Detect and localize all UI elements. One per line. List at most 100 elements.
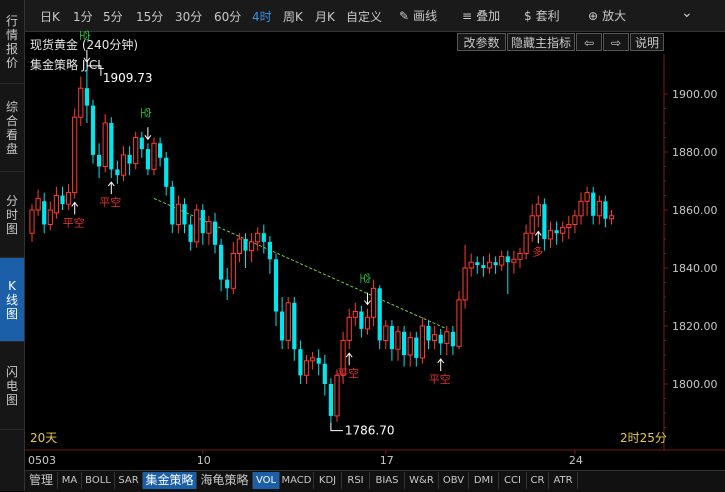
candle-body-up bbox=[468, 261, 474, 269]
candle-body-down bbox=[188, 224, 193, 242]
edit-params-button[interactable]: 改参数 bbox=[457, 33, 506, 51]
time-axis-label: 0503 bbox=[28, 454, 56, 467]
candle-body-down bbox=[493, 262, 498, 266]
zoom-button[interactable]: ⊕ 放大 bbox=[588, 7, 626, 24]
overlay-button[interactable]: ≡ 叠加 bbox=[462, 7, 500, 24]
candle-body-down bbox=[475, 262, 480, 266]
signal-arrow-up bbox=[437, 358, 445, 371]
arrow-right-icon: ⇨ bbox=[610, 36, 622, 50]
period-60min[interactable]: 60分 bbox=[214, 8, 241, 25]
left-nav-label: K线图 bbox=[5, 278, 18, 321]
period-month[interactable]: 月K bbox=[315, 8, 335, 25]
candle-body-up bbox=[151, 142, 157, 170]
collapse-chevron-icon[interactable]: ⌄ bbox=[681, 5, 693, 21]
hide-main-indicator-button[interactable]: 隐藏主指标 bbox=[507, 33, 575, 51]
candle-body-down bbox=[377, 288, 382, 341]
candle-body-up bbox=[285, 302, 291, 341]
candle-body-up bbox=[29, 209, 35, 234]
price-tick-label: 1840.00 bbox=[672, 262, 718, 275]
candle-body-down bbox=[542, 204, 547, 239]
candle-body-down bbox=[60, 195, 65, 205]
indicator-tab-sar[interactable]: SAR bbox=[115, 472, 143, 489]
candle-body-down bbox=[127, 154, 132, 164]
indicator-tab-atr[interactable]: ATR bbox=[549, 472, 578, 489]
left-nav-item-quotes[interactable]: 行情报价 bbox=[0, 0, 24, 84]
left-nav-item-overview[interactable]: 综合看盘 bbox=[0, 84, 24, 172]
signals: 平空空平空空平空空平空多 bbox=[63, 30, 544, 386]
indicator-tab-[interactable]: 海龟策略 bbox=[197, 472, 253, 489]
candlestick-chart[interactable]: 平空空平空空平空空平空多 1900.001880.001860.001840.0… bbox=[0, 0, 725, 491]
indicator-tab-[interactable]: 管理 bbox=[25, 472, 58, 489]
left-nav-item-kline[interactable]: K线图 bbox=[0, 258, 24, 342]
signal-label: 空 bbox=[359, 273, 373, 284]
period-week[interactable]: 周K bbox=[283, 8, 303, 25]
candle-body-up bbox=[486, 261, 493, 269]
candle-body-down bbox=[225, 279, 230, 289]
indicator-tab-kdj[interactable]: KDJ bbox=[314, 472, 342, 489]
left-nav-item-timeshare[interactable]: 分时图 bbox=[0, 172, 24, 258]
indicator-tab-cr[interactable]: CR bbox=[527, 472, 549, 489]
indicator-tab-macd[interactable]: MACD bbox=[280, 472, 314, 489]
candle-body-up bbox=[47, 209, 53, 225]
candle-body-down bbox=[322, 363, 327, 384]
left-nav-label: 行情报价 bbox=[5, 13, 18, 70]
indicator-tab-dmi[interactable]: DMI bbox=[469, 472, 499, 489]
indicator-tab-wr[interactable]: W&R bbox=[405, 472, 439, 489]
candle-body-up bbox=[78, 87, 84, 118]
next-arrow-button[interactable]: ⇨ bbox=[603, 33, 629, 51]
period-custom[interactable]: 自定义 bbox=[346, 8, 382, 25]
indicator-tab-boll[interactable]: BOLL bbox=[82, 472, 115, 489]
candle-body-down bbox=[139, 137, 144, 150]
indicator-tab-ma[interactable]: MA bbox=[58, 472, 82, 489]
candle-body-down bbox=[200, 210, 205, 234]
candle-body-up bbox=[53, 195, 59, 214]
money-bag-icon: $ bbox=[524, 9, 532, 23]
period-5min[interactable]: 5分 bbox=[103, 8, 123, 25]
candle-body-up bbox=[334, 374, 340, 417]
indicator-tab-rsi[interactable]: RSI bbox=[342, 472, 370, 489]
left-nav-label: 分时图 bbox=[5, 193, 18, 236]
low-label: 1786.70 bbox=[345, 424, 395, 438]
signal-label: 平空 bbox=[63, 215, 85, 229]
candle-body-down bbox=[328, 384, 333, 416]
candle-body-up bbox=[566, 224, 572, 228]
period-15min[interactable]: 15分 bbox=[136, 8, 163, 25]
candle-body-down bbox=[414, 337, 419, 358]
candle-body-up bbox=[523, 232, 529, 254]
prev-arrow-button[interactable]: ⇦ bbox=[576, 33, 602, 51]
indicator-tab-vol[interactable]: VOL bbox=[253, 472, 280, 489]
signal-arrow-up bbox=[534, 230, 542, 244]
candle-body-up bbox=[395, 331, 401, 350]
left-nav-item-flash[interactable]: 闪电图 bbox=[0, 342, 24, 430]
signal-arrow-up bbox=[71, 201, 79, 215]
help-button[interactable]: 说明 bbox=[630, 33, 664, 51]
candle-body-down bbox=[97, 154, 102, 167]
candle-body-down bbox=[261, 233, 266, 242]
period-1min[interactable]: 1分 bbox=[73, 8, 93, 25]
candle-body-up bbox=[72, 116, 78, 194]
price-tick-label: 1860.00 bbox=[672, 204, 718, 217]
candle-body-up bbox=[206, 221, 212, 234]
candle-body-up bbox=[578, 200, 584, 217]
candle-body-up bbox=[517, 253, 523, 260]
period-4hour[interactable]: 4时 bbox=[252, 8, 272, 25]
price-tick-label: 1880.00 bbox=[672, 146, 718, 159]
indicator-tab-bias[interactable]: BIAS bbox=[370, 472, 405, 489]
tool-label: 叠加 bbox=[476, 9, 501, 23]
arbitrage-button[interactable]: $ 套利 bbox=[524, 7, 560, 24]
draw-line-button[interactable]: ✎ 画线 bbox=[399, 7, 437, 24]
period-day[interactable]: 日K bbox=[40, 8, 60, 25]
candle-body-down bbox=[481, 265, 486, 268]
period-30min[interactable]: 30分 bbox=[175, 8, 202, 25]
candle-body-up bbox=[236, 238, 243, 254]
indicator-tab-[interactable]: 集金策略 bbox=[143, 472, 197, 489]
candle-body-up bbox=[432, 334, 438, 342]
candle-body-down bbox=[164, 157, 169, 187]
zoom-in-icon: ⊕ bbox=[588, 9, 599, 23]
indicator-tab-obv[interactable]: OBV bbox=[439, 472, 469, 489]
indicator-tab-cci[interactable]: CCI bbox=[499, 472, 527, 489]
candle-body-up bbox=[249, 241, 255, 252]
trendline-segment bbox=[153, 197, 448, 330]
candle-body-up bbox=[535, 203, 541, 217]
candle-body-up bbox=[596, 200, 602, 217]
